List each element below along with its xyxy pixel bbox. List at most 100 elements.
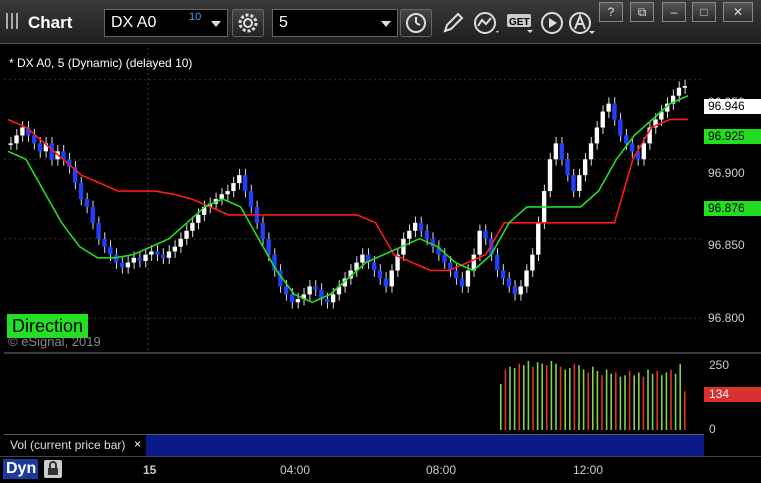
- price-axis[interactable]: 96.950 96.946 96.925 96.900 96.876 96.85…: [704, 48, 761, 350]
- lock-icon[interactable]: [44, 460, 62, 478]
- volume-bar: [532, 366, 534, 430]
- indicator-icon[interactable]: [472, 11, 502, 35]
- symbol-text[interactable]: DX A0: [111, 14, 156, 32]
- candle-body: [155, 251, 160, 255]
- volume-legend-bar: Vol (current price bar) ×: [4, 434, 704, 456]
- volume-bar: [573, 363, 576, 430]
- candle-body: [125, 262, 131, 268]
- volume-bar: [679, 363, 681, 430]
- time-axis[interactable]: Dyn 15 04:00 08:00 12:00: [0, 456, 761, 481]
- candle-body: [454, 270, 459, 279]
- maximize-icon[interactable]: □: [692, 2, 716, 22]
- candle-body: [383, 278, 389, 287]
- interval-dropdown-icon[interactable]: [381, 21, 391, 27]
- candle-body: [565, 159, 570, 176]
- volume-bar: [647, 369, 649, 430]
- candle-body: [96, 222, 101, 239]
- candle-body: [219, 194, 224, 199]
- green-line-price-box: 96.876: [704, 201, 761, 216]
- candle-body: [196, 214, 201, 223]
- copyright-text: © eSignal, 2019: [8, 334, 101, 349]
- close-icon[interactable]: ✕: [723, 2, 753, 22]
- clock-icon: [406, 13, 426, 33]
- volume-bar: [638, 372, 640, 430]
- candle-body: [325, 299, 330, 303]
- candle-body: [90, 206, 95, 223]
- candle-body: [512, 286, 517, 295]
- candle-body: [371, 262, 377, 271]
- volume-bar: [619, 376, 622, 430]
- volume-bar: [587, 372, 589, 430]
- volume-bar: [513, 368, 516, 430]
- price-tick: 96.850: [708, 238, 745, 252]
- axis-corner: [704, 434, 761, 456]
- interval-input[interactable]: 5: [272, 9, 398, 37]
- candle-body: [553, 143, 559, 160]
- candle-body: [629, 143, 635, 152]
- candle-body: [231, 183, 236, 192]
- close-icon[interactable]: ×: [134, 437, 141, 451]
- candle-body: [284, 286, 289, 295]
- candle-body: [477, 230, 482, 255]
- volume-bar: [527, 360, 530, 430]
- get-data-icon[interactable]: GET: [506, 11, 536, 35]
- candle-body: [389, 270, 394, 287]
- candle-body: [577, 175, 582, 192]
- grip-icon[interactable]: [6, 13, 22, 29]
- play-icon[interactable]: [540, 11, 566, 35]
- candle-body: [360, 254, 365, 263]
- volume-bar: [592, 366, 594, 430]
- volume-bar: [665, 372, 668, 430]
- candle-body: [114, 254, 119, 263]
- restore-icon[interactable]: ⧉: [630, 2, 654, 22]
- candle-body: [412, 222, 418, 231]
- candle-body: [178, 238, 183, 247]
- candle-body: [506, 278, 512, 287]
- minimize-icon[interactable]: –: [662, 2, 686, 22]
- help-icon[interactable]: ?: [599, 2, 623, 22]
- title-bar: Chart DX A0 10 5 GET ? ⧉ – □ ✕: [0, 0, 761, 44]
- candle-body: [459, 278, 465, 287]
- candle-body: [641, 143, 646, 160]
- volume-chart[interactable]: [4, 356, 704, 434]
- candle-body: [594, 127, 600, 144]
- interval-text[interactable]: 5: [279, 14, 288, 32]
- price-chart[interactable]: [4, 48, 704, 350]
- candle-body: [418, 222, 424, 231]
- volume-bar: [546, 365, 548, 430]
- volume-bar: [670, 369, 672, 430]
- symbol-input[interactable]: DX A0 10: [104, 9, 228, 37]
- volume-bar: [550, 360, 553, 430]
- candle-body: [618, 119, 623, 136]
- volume-bar: [656, 370, 658, 430]
- candle-body: [495, 254, 500, 271]
- candle-body: [524, 270, 529, 287]
- volume-bar: [564, 369, 566, 430]
- time-button[interactable]: [400, 9, 432, 37]
- green-trail-line: [7, 94, 689, 304]
- alert-icon[interactable]: [568, 11, 596, 35]
- pen-icon[interactable]: [440, 11, 466, 35]
- settings-button[interactable]: [232, 9, 264, 37]
- symbol-dropdown-icon[interactable]: [211, 21, 221, 27]
- candle-body: [682, 86, 687, 88]
- time-tick: 12:00: [573, 463, 604, 477]
- candle-body: [518, 286, 523, 295]
- time-tick: 08:00: [426, 463, 457, 477]
- candle-body: [190, 222, 195, 231]
- candle-body: [131, 257, 136, 263]
- candle-body: [676, 87, 682, 96]
- candle-body: [424, 230, 430, 239]
- candle-body: [225, 191, 230, 195]
- candle-body: [20, 127, 25, 136]
- volume-bar: [624, 375, 626, 430]
- candle-body: [295, 299, 301, 303]
- candle-body: [119, 262, 125, 268]
- volume-bar: [500, 383, 502, 430]
- pane-divider[interactable]: [4, 352, 761, 354]
- red-line-price-box: 96.925: [704, 129, 761, 144]
- volume-bar: [610, 373, 612, 430]
- candle-body: [307, 286, 312, 295]
- dynamic-badge[interactable]: Dyn: [3, 459, 39, 479]
- volume-bar: [642, 376, 645, 430]
